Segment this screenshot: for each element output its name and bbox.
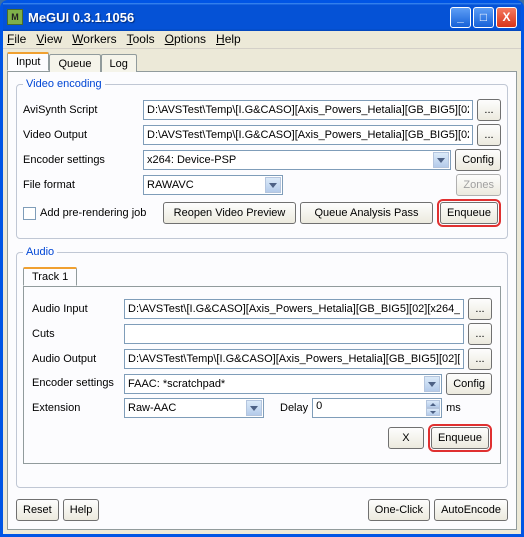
client-area: Input Queue Log Video encoding AviSynth … [3, 49, 521, 534]
reset-button[interactable]: Reset [16, 499, 59, 521]
encoder-settings-value: x264: Device-PSP [147, 154, 236, 166]
maximize-button[interactable]: □ [473, 7, 494, 28]
queue-analysis-pass-button[interactable]: Queue Analysis Pass [300, 202, 433, 224]
close-button[interactable]: X [496, 7, 517, 28]
add-prerendering-checkbox[interactable]: Add pre-rendering job [23, 207, 159, 220]
video-enqueue-button[interactable]: Enqueue [440, 202, 498, 224]
ms-label: ms [446, 402, 461, 414]
delay-value: 0 [316, 400, 322, 412]
chevron-down-icon [265, 177, 281, 193]
avisynth-browse-button[interactable]: ... [477, 99, 501, 121]
window-title: MeGUI 0.3.1.1056 [28, 10, 448, 25]
menu-workers[interactable]: Workers [72, 32, 116, 46]
zones-button: Zones [456, 174, 501, 196]
menu-view[interactable]: View [36, 32, 62, 46]
menu-options[interactable]: Options [165, 32, 206, 46]
tab-input[interactable]: Input [7, 52, 49, 71]
video-encoding-group: Video encoding AviSynth Script ... Video… [16, 78, 508, 239]
menubar: File View Workers Tools Options Help [3, 31, 521, 49]
audio-enqueue-highlight: Enqueue [428, 424, 492, 452]
audio-enqueue-button[interactable]: Enqueue [431, 427, 489, 449]
video-legend: Video encoding [23, 78, 105, 90]
audio-input-label: Audio Input [32, 303, 120, 315]
chevron-down-icon [424, 376, 440, 392]
file-format-value: RAWAVC [147, 179, 194, 191]
titlebar: M MeGUI 0.3.1.1056 _ □ X [3, 3, 521, 31]
audio-output-browse-button[interactable]: ... [468, 348, 492, 370]
audio-tabs: Track 1 [23, 266, 501, 286]
reopen-video-preview-button[interactable]: Reopen Video Preview [163, 202, 296, 224]
extension-select[interactable]: Raw-AAC [124, 398, 264, 418]
audio-config-button[interactable]: Config [446, 373, 492, 395]
audio-group: Audio Track 1 Audio Input ... Cuts ... [16, 246, 508, 488]
delay-label: Delay [280, 402, 308, 414]
audio-legend: Audio [23, 246, 57, 258]
file-format-label: File format [23, 179, 139, 191]
cuts-label: Cuts [32, 328, 120, 340]
video-output-input[interactable] [143, 125, 473, 145]
chevron-down-icon [246, 400, 262, 416]
video-config-button[interactable]: Config [455, 149, 501, 171]
extension-label: Extension [32, 402, 120, 414]
tab-log[interactable]: Log [101, 54, 137, 72]
audio-encoder-select[interactable]: FAAC: *scratchpad* [124, 374, 442, 394]
add-prerendering-label: Add pre-rendering job [40, 207, 146, 219]
menu-tools[interactable]: Tools [127, 32, 155, 46]
encoder-settings-label: Encoder settings [23, 154, 139, 166]
checkbox-icon [23, 207, 36, 220]
menu-file[interactable]: File [7, 32, 26, 46]
file-format-select[interactable]: RAWAVC [143, 175, 283, 195]
minimize-button[interactable]: _ [450, 7, 471, 28]
main-window: M MeGUI 0.3.1.1056 _ □ X File View Worke… [0, 0, 524, 537]
delay-spinner[interactable]: 0 [312, 398, 442, 418]
audio-output-field[interactable] [124, 349, 464, 369]
one-click-button[interactable]: One-Click [368, 499, 430, 521]
app-icon: M [7, 9, 23, 25]
cuts-browse-button[interactable]: ... [468, 323, 492, 345]
audio-encoder-value: FAAC: *scratchpad* [128, 378, 225, 390]
chevron-down-icon [433, 152, 449, 168]
menu-help[interactable]: Help [216, 32, 241, 46]
audio-input-field[interactable] [124, 299, 464, 319]
autoencode-button[interactable]: AutoEncode [434, 499, 508, 521]
tab-queue[interactable]: Queue [49, 54, 100, 72]
audio-remove-button[interactable]: X [388, 427, 424, 449]
cuts-input[interactable] [124, 324, 464, 344]
spinner-buttons[interactable] [426, 400, 440, 416]
track1-page: Audio Input ... Cuts ... Audio Output ..… [23, 286, 501, 464]
avisynth-input[interactable] [143, 100, 473, 120]
input-page: Video encoding AviSynth Script ... Video… [7, 71, 517, 530]
extension-value: Raw-AAC [128, 402, 176, 414]
avisynth-label: AviSynth Script [23, 104, 139, 116]
audio-input-browse-button[interactable]: ... [468, 298, 492, 320]
video-output-browse-button[interactable]: ... [477, 124, 501, 146]
encoder-settings-select[interactable]: x264: Device-PSP [143, 150, 451, 170]
main-tabs: Input Queue Log [7, 51, 517, 71]
help-button[interactable]: Help [63, 499, 100, 521]
audio-output-label: Audio Output [32, 353, 120, 365]
video-enqueue-highlight: Enqueue [437, 199, 501, 227]
tab-track1[interactable]: Track 1 [23, 267, 77, 286]
bottom-bar: Reset Help One-Click AutoEncode [16, 495, 508, 521]
video-output-label: Video Output [23, 129, 139, 141]
audio-encoder-label: Encoder settings [32, 377, 120, 390]
